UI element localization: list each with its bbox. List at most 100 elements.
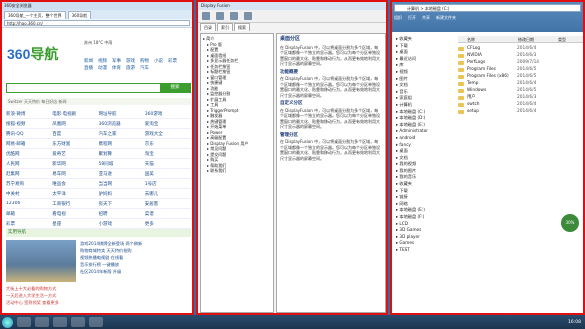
nav-item[interactable]: ▸ android [396, 135, 456, 142]
news-item[interactable]: 音乐排行榜 一键播放 [80, 261, 191, 268]
nav-item[interactable]: ▸ 本地磁盘 (C:) [396, 109, 456, 116]
site-link[interactable]: 360浏览器 [99, 121, 145, 127]
nav-link[interactable]: 小说 [154, 58, 163, 64]
file-row[interactable]: 用户 2014/6/3 [458, 94, 583, 101]
site-link[interactable]: 电影·电视剧 [52, 111, 98, 117]
tab-search[interactable]: 搜索 [234, 23, 250, 31]
nav-item[interactable]: ▸ Games [396, 240, 456, 247]
site-link[interactable]: 新华网 [52, 161, 98, 167]
site-link[interactable]: 新浪·微博 [6, 111, 52, 117]
nav-item[interactable]: ▸ 下载 [396, 43, 456, 50]
nav-item[interactable]: ▸ 我的视频 [396, 161, 456, 168]
site-link[interactable]: 彩票 [6, 221, 52, 227]
nav-item[interactable]: ▸ 本地磁盘 (E:) [396, 122, 456, 129]
column-date[interactable]: 修改日期 [518, 36, 558, 42]
nav-item[interactable]: ▸ LCD [396, 221, 456, 228]
taskbar-app-icon[interactable] [89, 317, 103, 327]
news-item[interactable]: 游戏2014棋牌全新登场 两个刷新 [80, 240, 191, 247]
site-link[interactable]: 汽车之家 [99, 131, 145, 137]
file-row[interactable]: Windows 2014/6/5 [458, 87, 583, 94]
nav-item[interactable]: ▸ 桌面 [396, 148, 456, 155]
nav-item[interactable]: ▸ 音乐 [396, 89, 456, 96]
nav-item[interactable]: ▸ 本地磁盘 (F:) [396, 214, 456, 221]
site-link[interactable]: 招聘 [99, 211, 145, 217]
toolbar-item[interactable]: 共享 [422, 14, 430, 22]
start-button-icon[interactable] [2, 316, 13, 328]
nav-item[interactable]: ▸ 视频 [396, 69, 456, 76]
search-input[interactable] [7, 84, 160, 92]
site-link[interactable]: 搜狐·视频 [6, 121, 52, 127]
nav-item[interactable]: ▸ 库 [396, 62, 456, 69]
nav-link[interactable]: 动漫 [98, 65, 107, 71]
nav-item[interactable]: ▸ 3D player [396, 234, 456, 241]
nav-item[interactable]: ▸ 桌面 [396, 49, 456, 56]
file-row[interactable]: NVIDIA 2014/6/3 [458, 52, 583, 59]
site-link[interactable]: 驴妈妈 [99, 191, 145, 197]
site-link[interactable]: 更多 [145, 221, 191, 227]
site-link[interactable]: 看电视 [52, 211, 98, 217]
nav-item[interactable]: ▸ 链接 [396, 194, 456, 201]
nav-item[interactable]: ▸ TEST [396, 247, 456, 254]
taskbar-app-icon[interactable] [35, 317, 49, 327]
site-link[interactable]: 游戏大全 [145, 131, 191, 137]
toolbar-item[interactable]: 组织 [394, 14, 402, 22]
site-link[interactable]: 网址导航 [99, 111, 145, 117]
nav-link[interactable]: 汽车 [140, 65, 149, 71]
nav-item[interactable]: ▸ 文档 [396, 155, 456, 162]
nav-item[interactable]: ▸ 文档 [396, 82, 456, 89]
promo-strip[interactable]: Switzer 天天特价 每日好店 新闻 [6, 98, 191, 105]
news-item[interactable]: 购物商城特卖 天天特价抢购 [80, 247, 191, 254]
news-image[interactable] [6, 240, 76, 282]
site-link[interactable]: 1号店 [145, 181, 191, 187]
file-row[interactable]: setup 2014/6/4 [458, 108, 583, 115]
nav-link[interactable]: 新闻 [84, 58, 93, 64]
site-link[interactable]: 亚马逊 [99, 171, 145, 177]
site-link[interactable]: 人民网 [6, 161, 52, 167]
site-link[interactable]: 聚划算 [99, 151, 145, 157]
site-link[interactable]: 中关村 [6, 191, 52, 197]
back-icon[interactable] [216, 12, 224, 20]
footer-link[interactable]: 一天后进入大学生活一方式 [6, 292, 191, 299]
site-link[interactable]: 12306 [6, 201, 52, 206]
toolbar-item[interactable]: 打开 [408, 14, 416, 22]
file-row[interactable]: swtch 2014/6/4 [458, 101, 583, 108]
file-row[interactable]: CFLog 2014/6/4 [458, 45, 583, 52]
nav-item[interactable]: ▸ 本地磁盘 (D:) [396, 115, 456, 122]
site-link[interactable]: 易车网 [52, 171, 98, 177]
nav-link[interactable]: 游戏 [126, 58, 135, 64]
footer-link[interactable]: 活动中心 签到领奖 查看更多 [6, 299, 191, 306]
options-icon[interactable] [244, 12, 252, 20]
toolbar-item[interactable]: 新建文件夹 [436, 14, 456, 22]
site-link[interactable]: 赶集网 [6, 171, 52, 177]
site-link[interactable]: 星座 [52, 221, 98, 227]
nav-item[interactable]: ▸ 收藏夹 [396, 181, 456, 188]
nav-item[interactable]: ▸ 最近访问 [396, 56, 456, 63]
site-link[interactable]: 京东 [145, 141, 191, 147]
nav-item[interactable]: ▸ 本地磁盘 (E:) [396, 207, 456, 214]
nav-item[interactable]: ▸ 收藏夹 [396, 36, 456, 43]
nav-link[interactable]: 军事 [112, 58, 121, 64]
print-icon[interactable] [230, 12, 238, 20]
taskbar-app-icon[interactable] [17, 317, 31, 327]
site-link[interactable]: 爱淘宝 [145, 121, 191, 127]
url-input[interactable]: http://hao.360.cn/ [4, 20, 190, 26]
site-link[interactable]: 腾讯·QQ [6, 131, 52, 137]
site-link[interactable]: 太平洋 [52, 191, 98, 197]
nav-item[interactable]: ▸ Administrator [396, 128, 456, 135]
nav-item[interactable]: ▸ 家庭组 [396, 95, 456, 102]
hide-icon[interactable] [202, 12, 210, 20]
file-row[interactable]: PerfLogs 2009/7/14 [458, 59, 583, 66]
site-link[interactable]: 唯品会 [52, 181, 98, 187]
column-type[interactable]: 类型 [558, 36, 566, 42]
site-link[interactable]: 凤凰网 [52, 121, 98, 127]
browser-tab[interactable]: 360导航 [67, 11, 92, 19]
taskbar-app-icon[interactable] [71, 317, 85, 327]
file-row[interactable]: Temp 2014/6/4 [458, 80, 583, 87]
site-link[interactable]: 优酷网 [6, 151, 52, 157]
nav-item[interactable]: ▸ 我的图片 [396, 168, 456, 175]
nav-link[interactable]: 直播 [84, 65, 93, 71]
site-link[interactable]: 百度 [52, 131, 98, 137]
site-link[interactable]: 当当网 [99, 181, 145, 187]
site-link[interactable]: 爱奇艺 [52, 151, 98, 157]
file-row[interactable]: Program Files (x86) 2014/6/5 [458, 73, 583, 80]
